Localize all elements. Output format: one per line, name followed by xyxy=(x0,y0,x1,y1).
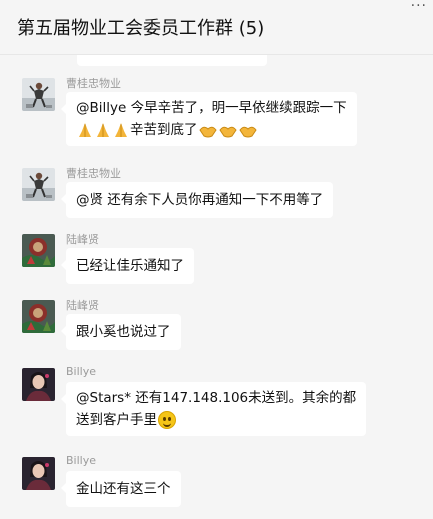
avatar[interactable] xyxy=(22,457,55,490)
message-bubble[interactable]: 跟小奚也说过了 xyxy=(61,314,181,350)
message-text-line: @Stars* 还有147.148.106未送到。其余的都 xyxy=(76,390,357,406)
message-bubble[interactable]: 已经让佳乐通知了 xyxy=(61,248,194,284)
avatar[interactable] xyxy=(22,168,55,201)
sender-name: 陆峰贤 xyxy=(66,299,99,312)
avatar[interactable] xyxy=(22,78,55,111)
message-text-line: 送到客户手里 xyxy=(76,412,157,428)
message-text-line: 跟小奚也说过了 xyxy=(76,324,171,340)
message-text-line: @Billye 今早辛苦了，明一早依继续跟踪一下 xyxy=(76,100,347,116)
avatar[interactable] xyxy=(22,234,55,267)
previous-message-bubble[interactable] xyxy=(77,55,267,66)
pray-emoji-icon xyxy=(77,122,93,138)
pray-emoji-icon xyxy=(95,122,111,138)
sender-name: 曹桂忠物业 xyxy=(66,77,121,90)
sender-name: 陆峰贤 xyxy=(66,233,99,246)
handshake-emoji-icon xyxy=(238,123,257,138)
pray-emoji-icon xyxy=(113,122,129,138)
sender-name: Billye xyxy=(66,365,96,378)
message-bubble[interactable]: @Stars* 还有147.148.106未送到。其余的都 送到客户手里 xyxy=(60,382,367,436)
handshake-emoji-icon xyxy=(198,123,217,138)
avatar[interactable] xyxy=(22,368,55,401)
chat-header: 第五届物业工会委员工作群 (5) ··· xyxy=(0,0,433,55)
handshake-emoji-icon xyxy=(218,123,237,138)
more-options-icon[interactable]: ··· xyxy=(411,0,427,14)
message-bubble[interactable]: @贤 还有余下人员你再通知一下不用等了 xyxy=(60,182,334,218)
chat-title[interactable]: 第五届物业工会委员工作群 (5) xyxy=(17,14,264,40)
avatar[interactable] xyxy=(22,300,55,333)
smile-emoji-icon xyxy=(158,411,176,429)
message-text-line: @贤 还有余下人员你再通知一下不用等了 xyxy=(76,192,324,208)
sender-name: 曹桂忠物业 xyxy=(66,167,121,180)
message-text-line: 金山还有这三个 xyxy=(76,481,171,497)
message-bubble[interactable]: @Billye 今早辛苦了，明一早依继续跟踪一下 辛苦到底了 xyxy=(61,92,357,146)
message-bubble[interactable]: 金山还有这三个 xyxy=(61,471,181,507)
message-text-line: 已经让佳乐通知了 xyxy=(76,258,184,274)
message-text-line: 辛苦到底了 xyxy=(130,122,198,138)
sender-name: Billye xyxy=(66,454,96,467)
